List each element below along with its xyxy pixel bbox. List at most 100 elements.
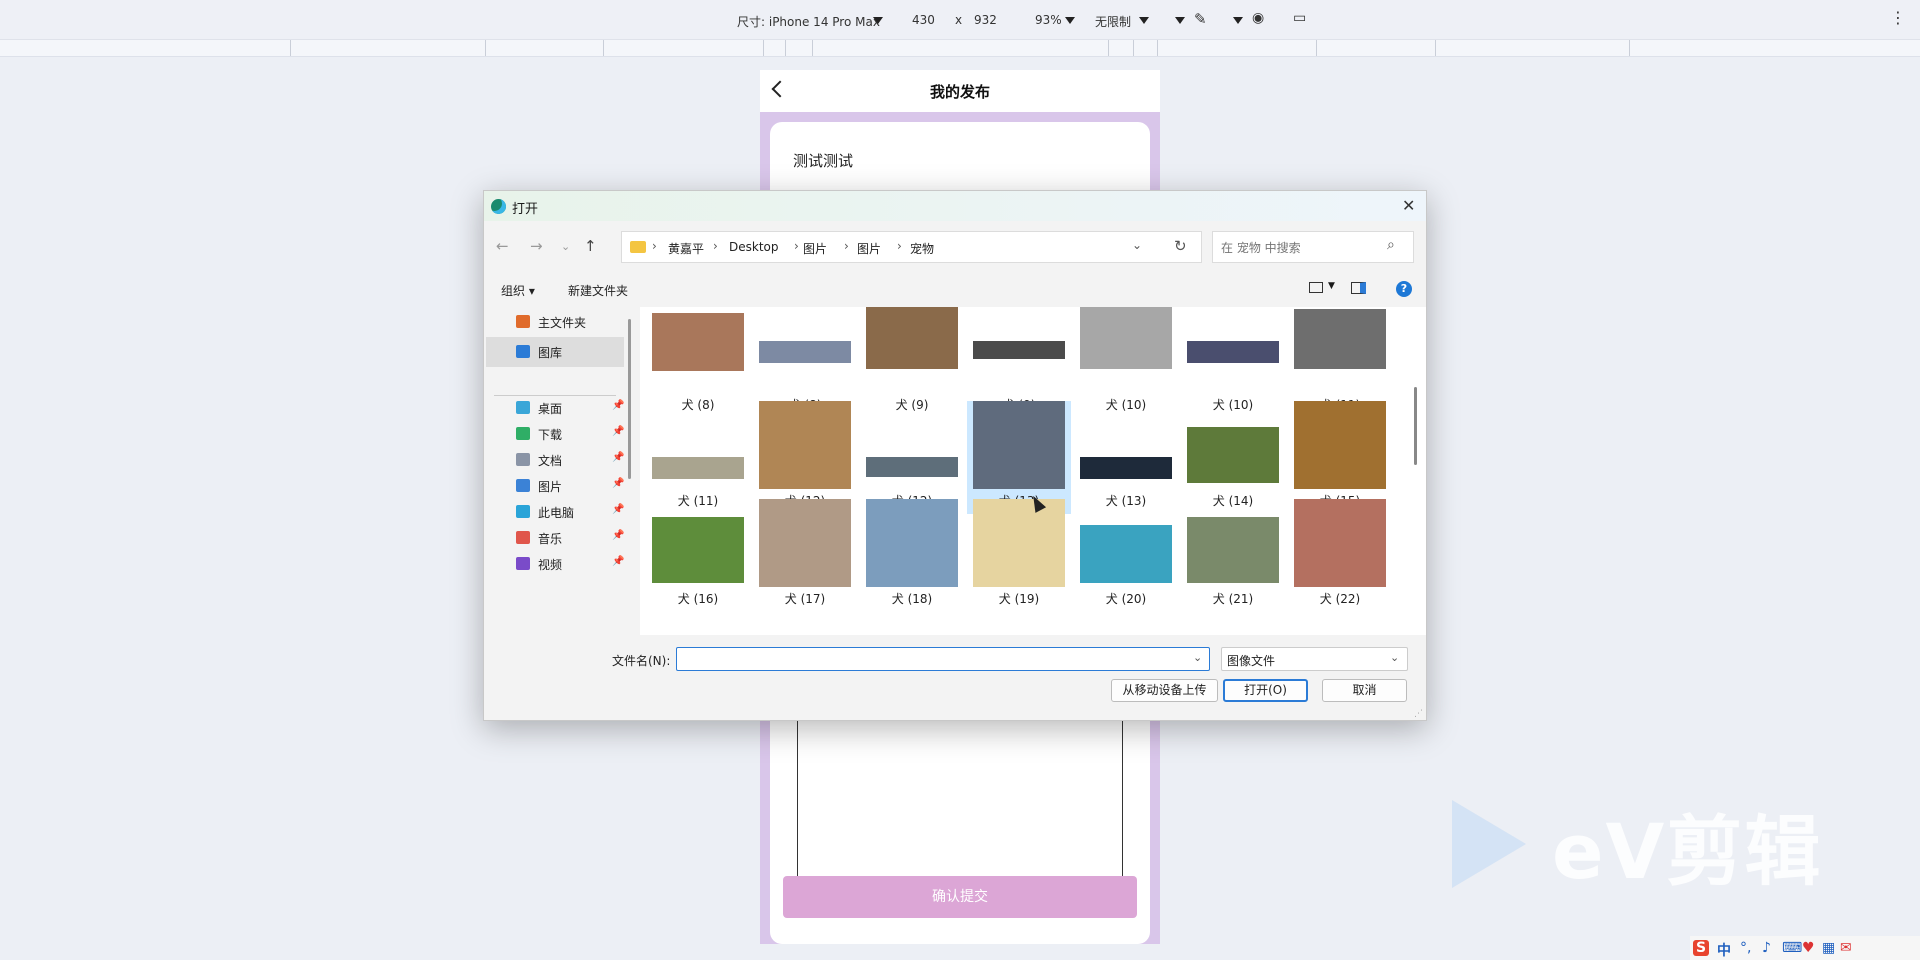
image-thumbnail (759, 499, 851, 587)
submit-button[interactable]: 确认提交 (783, 876, 1137, 918)
keyboard-icon[interactable]: ⌨ (1782, 940, 1802, 956)
eye-icon[interactable]: ◉ (1252, 10, 1264, 26)
chevron-down-icon[interactable]: ⌄ (1132, 238, 1142, 252)
search-input[interactable] (1221, 239, 1381, 257)
breadcrumb-item[interactable]: 黄嘉平 (668, 240, 704, 257)
refresh-icon[interactable]: ↻ (1174, 237, 1187, 255)
chevron-down-icon[interactable] (1233, 17, 1243, 24)
sogou-ime-icon[interactable]: S (1693, 940, 1710, 956)
filetype-select[interactable]: 图像文件 ⌄ (1221, 647, 1408, 671)
file-tile[interactable]: 犬 (13) (967, 401, 1071, 514)
sidebar-item[interactable]: 视频 📌 (486, 549, 624, 579)
chevron-right-icon: › (713, 239, 718, 253)
pin-icon[interactable]: 📌 (612, 504, 624, 515)
search-box[interactable]: ⌕ (1212, 231, 1414, 263)
address-bar[interactable]: › 黄嘉平 › Desktop › 图片 › 图片 › 宠物 ⌄ ↻ (621, 231, 1202, 263)
file-tile[interactable]: 犬 (13) (1074, 401, 1178, 514)
organize-menu[interactable]: 组织 ▾ (501, 282, 535, 299)
search-icon[interactable]: ⌕ (1387, 237, 1395, 253)
breadcrumb-item[interactable]: 图片 (857, 240, 881, 257)
sidebar-item-label: 此电脑 (538, 506, 575, 520)
content-scrollbar[interactable] (1414, 387, 1417, 465)
dimension-separator: x (955, 13, 963, 27)
forward-arrow-icon[interactable]: → (530, 237, 543, 255)
chevron-down-icon[interactable]: ▼ (1328, 281, 1335, 291)
desktop-icon (516, 401, 530, 414)
image-thumbnail (1080, 307, 1172, 369)
open-button[interactable]: 打开(O) (1223, 679, 1308, 702)
view-mode-icon[interactable] (1309, 282, 1323, 293)
apps-grid-icon[interactable]: ▦ (1822, 940, 1835, 956)
file-tile[interactable]: 犬 (22) (1288, 499, 1392, 612)
file-tile[interactable]: 犬 (11) (646, 401, 750, 514)
file-tile[interactable]: 犬 (16) (646, 499, 750, 612)
devtools-toolbar: 尺寸: iPhone 14 Pro Max 430 x 932 93% 无限制 … (0, 0, 1920, 40)
pin-icon[interactable]: 📌 (612, 478, 624, 489)
help-icon[interactable]: ? (1396, 281, 1412, 297)
pin-icon[interactable]: 📌 (612, 426, 624, 437)
file-tile[interactable]: 犬 (21) (1181, 499, 1285, 612)
close-icon[interactable]: ✕ (1402, 196, 1415, 215)
sidebar-item[interactable]: 图库 (486, 337, 624, 367)
pin-icon[interactable]: 📌 (612, 400, 624, 411)
file-tile[interactable]: 犬 (20) (1074, 499, 1178, 612)
microphone-icon[interactable]: ♪ (1762, 940, 1771, 956)
command-bar: 组织 ▾ 新建文件夹 ▼ ? (484, 271, 1426, 305)
pin-icon[interactable]: 📌 (612, 556, 624, 567)
toolbox-icon[interactable]: ✉ (1840, 940, 1852, 956)
more-vert-icon[interactable]: ⋮ (1890, 8, 1906, 27)
skin-icon[interactable]: ♥ (1802, 940, 1815, 956)
file-tile[interactable]: 犬 (17) (753, 499, 857, 612)
file-tile[interactable]: 犬 (12) (753, 401, 857, 514)
back-arrow-icon[interactable]: ← (496, 237, 509, 255)
image-thumbnail (1187, 517, 1279, 583)
breadcrumb-item[interactable]: Desktop (729, 240, 779, 254)
resize-grip-icon[interactable]: ⋰ (1414, 709, 1423, 719)
punctuation-icon[interactable]: °, (1740, 940, 1751, 956)
sidebar-item-label: 视频 (538, 558, 563, 572)
throttle-select[interactable]: 无限制 (1095, 13, 1131, 30)
sidebar-item-label: 文档 (538, 454, 563, 468)
breadcrumb-item[interactable]: 宠物 (910, 240, 934, 257)
device-width-input[interactable]: 430 (912, 13, 935, 27)
ime-mode-indicator[interactable]: 中 (1717, 940, 1731, 960)
chevron-down-icon[interactable] (873, 17, 883, 24)
file-tile[interactable]: 犬 (12) (860, 401, 964, 514)
device-size-select[interactable]: 尺寸: iPhone 14 Pro Max (737, 13, 880, 30)
image-thumbnail (1080, 525, 1172, 583)
sidebar-item-label: 音乐 (538, 532, 563, 546)
chevron-down-icon[interactable]: ⌄ (1390, 651, 1399, 664)
file-tile[interactable]: 犬 (18) (860, 499, 964, 612)
sidebar-item[interactable]: 主文件夹 (486, 307, 624, 337)
file-tile[interactable]: 犬 (15) (1288, 401, 1392, 514)
filename-input[interactable] (681, 650, 1181, 668)
image-thumbnail (1080, 457, 1172, 479)
breadcrumb-item[interactable]: 图片 (803, 240, 827, 257)
nav-scrollbar[interactable] (628, 319, 631, 479)
device-height-input[interactable]: 932 (974, 13, 997, 27)
recent-dropdown-icon[interactable]: ⌄ (561, 240, 570, 253)
eyedropper-icon[interactable]: ✎ (1194, 10, 1207, 28)
upload-from-mobile-button[interactable]: 从移动设备上传 (1111, 679, 1218, 702)
gallery-icon (516, 345, 530, 358)
filename-field[interactable]: ⌄ (676, 647, 1210, 671)
preview-pane-icon[interactable] (1351, 282, 1366, 294)
image-thumbnail (1187, 427, 1279, 483)
cancel-button[interactable]: 取消 (1322, 679, 1407, 702)
file-tile[interactable]: 犬 (14) (1181, 401, 1285, 514)
pin-icon[interactable]: 📌 (612, 452, 624, 463)
chevron-down-icon[interactable] (1139, 17, 1149, 24)
filename-label: 文件名(N): (612, 654, 671, 668)
chevron-down-icon[interactable] (1065, 17, 1075, 24)
new-folder-button[interactable]: 新建文件夹 (568, 282, 628, 299)
filetype-value: 图像文件 (1227, 654, 1276, 668)
up-arrow-icon[interactable]: ↑ (584, 237, 597, 255)
edge-icon (491, 199, 506, 214)
zoom-select[interactable]: 93% (1035, 13, 1062, 27)
chevron-down-icon[interactable]: ⌄ (1193, 651, 1202, 664)
rotate-icon[interactable]: ▭ (1293, 10, 1306, 26)
open-file-dialog: 打开 ✕ ← → ⌄ ↑ › 黄嘉平 › Desktop › 图片 › 图片 ›… (483, 190, 1427, 721)
pin-icon[interactable]: 📌 (612, 530, 624, 541)
chevron-down-icon[interactable] (1175, 17, 1185, 24)
file-tile[interactable]: 犬 (19) (967, 499, 1071, 612)
